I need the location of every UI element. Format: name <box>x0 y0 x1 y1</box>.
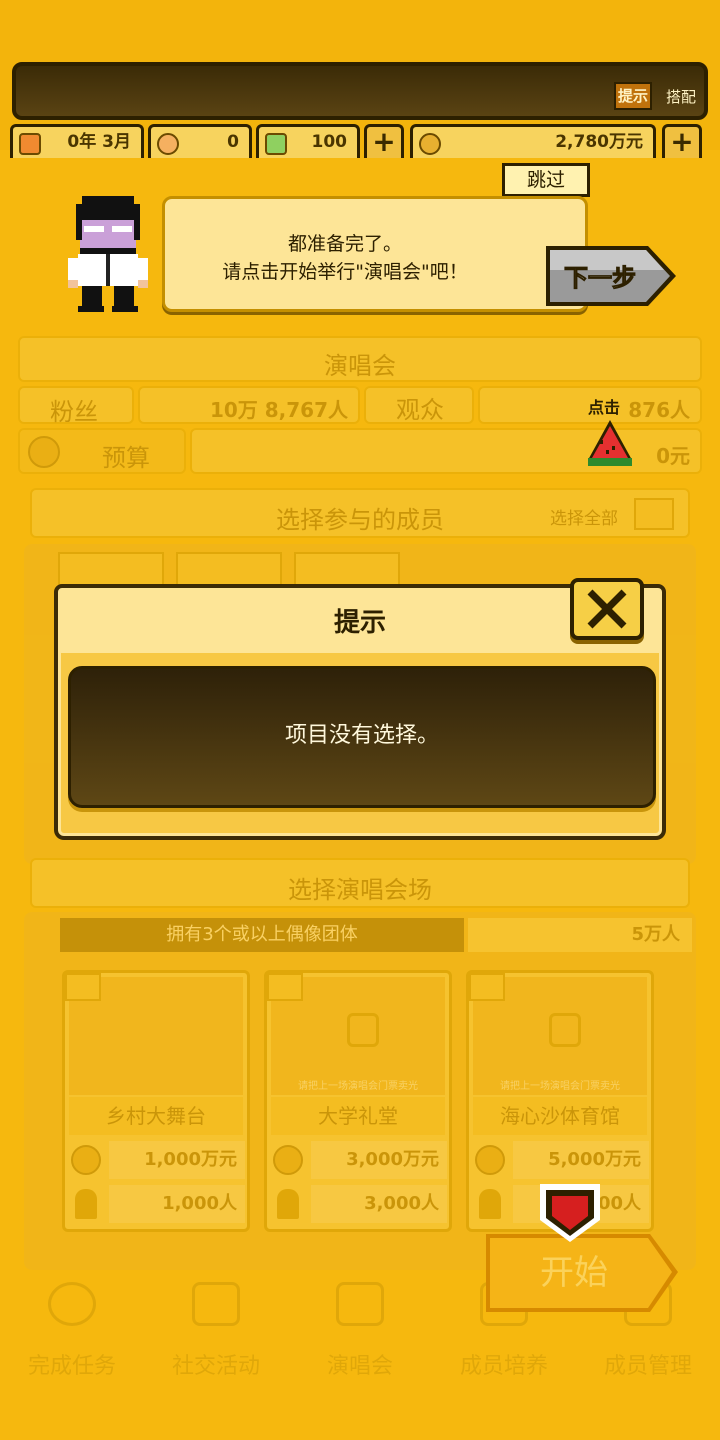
heart-pointer-icon <box>540 1184 600 1242</box>
stat-gems: 100 <box>256 124 360 158</box>
start-label: 开始 <box>540 1253 608 1293</box>
venue-card-university[interactable]: 请把上一场演唱会门票卖光 大学礼堂 3,000万元 3,000人 <box>264 970 452 1232</box>
select-all-label[interactable]: 选择全部 <box>550 504 618 529</box>
calendar-icon <box>19 133 41 155</box>
tap-hint[interactable]: 点击 <box>586 394 636 474</box>
concert-title-bar: 演唱会 <box>18 336 702 382</box>
fans-label-cell: 粉丝 <box>18 386 134 426</box>
add-gems-button[interactable]: + <box>364 124 404 158</box>
tap-hint-label: 点击 <box>588 398 621 417</box>
budget-label-cell: 预算 <box>18 428 186 474</box>
social-icon <box>192 1282 240 1326</box>
match-label[interactable]: 搭配 <box>666 86 696 107</box>
speech-line-1: 都准备完了。 <box>287 233 402 255</box>
coin-icon <box>273 1145 303 1175</box>
person-icon <box>277 1189 299 1219</box>
coin-icon <box>475 1145 505 1175</box>
fans-value-cell: 10万 8,767人 <box>138 386 360 424</box>
watermelon-icon <box>588 420 632 466</box>
venue-header: 选择演唱会场 <box>30 858 690 908</box>
person-icon <box>479 1189 501 1219</box>
manager-avatar <box>68 196 148 312</box>
top-banner-bar: 提示 搭配 <box>12 62 708 120</box>
speech-line-2: 请点击开始举行"演唱会"吧！ <box>222 261 468 283</box>
missions-icon <box>48 1282 96 1326</box>
venue-checkbox[interactable] <box>469 973 505 1001</box>
select-all-checkbox[interactable] <box>634 498 674 530</box>
concert-panel: 演唱会 粉丝 10万 8,767人 观众 876人 预算 0元 选择参与的成员 … <box>0 322 720 1440</box>
concert-icon <box>336 1282 384 1326</box>
venue-checkbox[interactable] <box>267 973 303 1001</box>
add-money-button[interactable]: + <box>662 124 702 158</box>
skip-button[interactable]: 跳过 <box>502 163 590 197</box>
nav-social[interactable]: 社交活动 <box>144 1252 288 1440</box>
coin-icon <box>419 133 441 155</box>
stat-tickets: 0 <box>148 124 252 158</box>
dialog-message-box: 项目没有选择。 <box>68 666 656 808</box>
top-hud: 提示 搭配 0年 3月 0 100 + 2,780万元 + <box>0 0 720 158</box>
tutorial-speech-bubble: 都准备完了。 请点击开始举行"演唱会"吧！ <box>162 196 588 312</box>
concert-title: 演唱会 <box>324 352 396 380</box>
dialog-body: 项目没有选择。 <box>54 650 666 840</box>
stat-money: 2,780万元 <box>410 124 656 158</box>
nav-concert[interactable]: 演唱会 <box>288 1252 432 1440</box>
venue-requirement-banner: 拥有3个或以上偶像团体 <box>60 918 464 952</box>
members-header: 选择参与的成员 选择全部 <box>30 488 690 538</box>
stat-date: 0年 3月 <box>10 124 144 158</box>
close-icon <box>587 589 627 629</box>
next-step-button[interactable]: 下一步 <box>544 242 678 310</box>
ticket-icon <box>157 133 179 155</box>
lock-icon <box>347 1013 379 1047</box>
lock-icon <box>549 1013 581 1047</box>
venue-card-village[interactable]: 乡村大舞台 1,000万元 1,000人 <box>62 970 250 1232</box>
stats-row: 0年 3月 0 100 + 2,780万元 + <box>10 124 710 158</box>
dialog-message: 项目没有选择。 <box>284 723 439 748</box>
next-arrow-shape: 下一步 <box>546 246 676 306</box>
tip-tag[interactable]: 提示 <box>614 82 652 110</box>
gem-icon <box>265 133 287 155</box>
coin-icon <box>71 1145 101 1175</box>
budget-coin-icon <box>28 436 60 468</box>
close-dialog-button[interactable] <box>570 578 644 640</box>
next-step-label: 下一步 <box>564 264 636 292</box>
notice-dialog: 提示 项目没有选择。 <box>54 578 666 840</box>
person-icon <box>75 1189 97 1219</box>
audience-label-cell: 观众 <box>364 386 474 424</box>
venue-checkbox[interactable] <box>65 973 101 1001</box>
nav-missions[interactable]: 完成任务 <box>0 1252 144 1440</box>
venue-capacity-top: 5万人 <box>468 918 692 952</box>
